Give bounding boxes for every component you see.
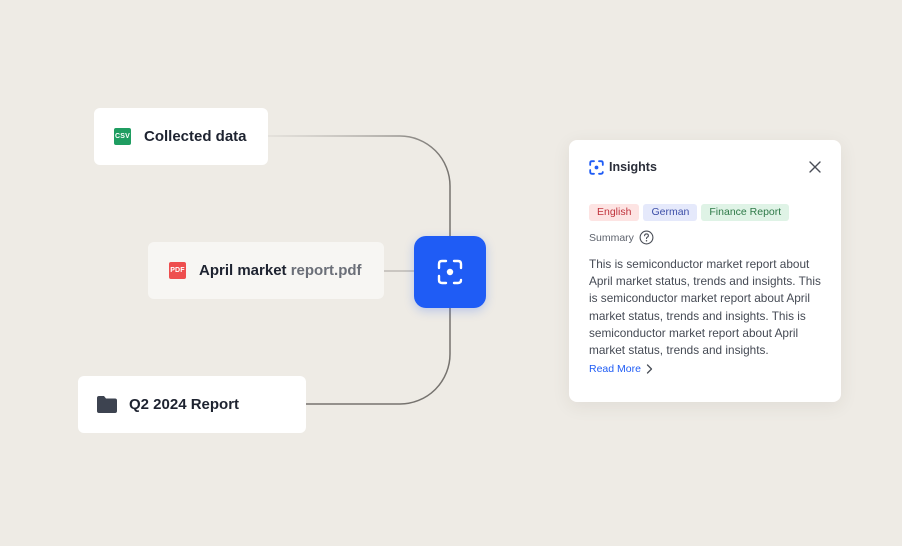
source-card-pdf[interactable]: PDF April market report.pdf xyxy=(148,242,384,299)
insights-panel-header: Insights xyxy=(589,158,821,176)
folder-icon xyxy=(96,395,118,414)
source-label-pdf-ext: report.pdf xyxy=(290,262,362,279)
summary-text: This is semiconductor market report abou… xyxy=(589,257,821,358)
insights-panel: Insights English German Finance Report S… xyxy=(569,140,841,402)
insight-logo-icon xyxy=(589,159,604,175)
language-tag-list: English German Finance Report xyxy=(589,204,821,221)
source-label-csv: Collected data xyxy=(144,128,247,145)
help-circle-icon[interactable] xyxy=(639,230,654,245)
insight-hub-button[interactable] xyxy=(414,236,486,308)
tag-finance-report[interactable]: Finance Report xyxy=(701,204,790,221)
insights-panel-title: Insights xyxy=(609,160,657,174)
scan-insight-icon xyxy=(437,259,463,285)
source-label-pdf: April market report.pdf xyxy=(199,262,362,279)
read-more-link[interactable]: Read More xyxy=(589,363,821,375)
summary-heading: Summary xyxy=(589,230,821,245)
pdf-file-icon: PDF xyxy=(169,262,186,279)
tag-german[interactable]: German xyxy=(643,204,698,221)
source-card-csv[interactable]: CSV Collected data xyxy=(94,108,268,165)
connector-csv xyxy=(268,135,451,236)
source-card-folder[interactable]: Q2 2024 Report xyxy=(78,376,306,433)
csv-file-icon: CSV xyxy=(114,128,131,145)
read-more-label: Read More xyxy=(589,363,641,375)
source-label-folder: Q2 2024 Report xyxy=(129,396,240,413)
source-label-pdf-main: April market xyxy=(199,262,291,279)
close-icon[interactable] xyxy=(809,161,821,173)
summary-label: Summary xyxy=(589,231,634,244)
tag-english[interactable]: English xyxy=(589,204,640,221)
chevron-right-icon xyxy=(646,364,653,374)
connector-folder xyxy=(306,308,451,405)
